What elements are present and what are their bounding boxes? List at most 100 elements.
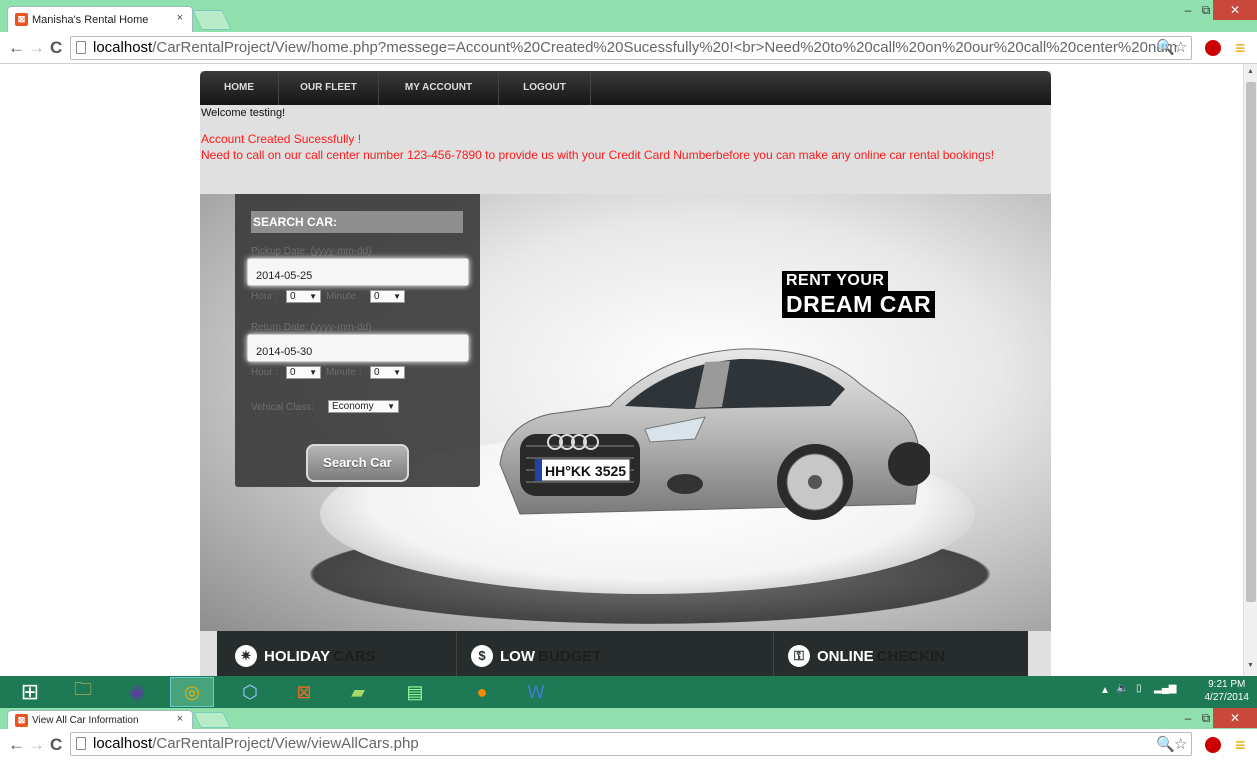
network-icon[interactable]: ▂▄▆ bbox=[1154, 683, 1176, 694]
forward-icon[interactable]: → bbox=[28, 735, 45, 755]
message-line-2: Need to call on our call center number 1… bbox=[201, 148, 995, 162]
rent-dream-car-badge: RENT YOUR DREAM CAR bbox=[782, 271, 936, 318]
minimize-icon[interactable]: ‒ bbox=[1177, 708, 1199, 728]
dollar-icon: $ bbox=[471, 645, 493, 667]
feature-holiday-cars[interactable]: ✷ HOLIDAY CARS bbox=[217, 631, 457, 676]
message-line-1: Account Created Sucessfully ! bbox=[201, 132, 362, 146]
nav-home[interactable]: HOME bbox=[200, 71, 279, 105]
chrome-menu-icon[interactable]: ≡ bbox=[1235, 38, 1246, 59]
zoom-icon[interactable]: 🔍 bbox=[1156, 38, 1175, 56]
license-plate: HH°KK 3525 bbox=[545, 463, 626, 479]
feature-1-dim: CARS bbox=[333, 647, 376, 665]
tab2-title: View All Car Information bbox=[32, 714, 139, 726]
xampp-icon[interactable]: ⊠ bbox=[282, 677, 326, 707]
zoom-icon[interactable]: 🔍 bbox=[1156, 735, 1175, 753]
start-button[interactable]: ⊞ bbox=[8, 677, 52, 707]
word-icon[interactable]: W bbox=[514, 677, 558, 707]
nav-my-account[interactable]: MY ACCOUNT bbox=[379, 71, 499, 105]
clock-date: 4/27/2014 bbox=[1204, 692, 1250, 703]
volume-icon[interactable]: 🔈 bbox=[1116, 683, 1128, 694]
return-minute-label: Minute : bbox=[326, 367, 362, 378]
bookmark-star-icon[interactable]: ☆ bbox=[1174, 38, 1187, 56]
reload-icon[interactable]: C bbox=[50, 735, 62, 755]
vehicle-class-select[interactable]: Economy ▼ bbox=[328, 400, 399, 413]
pickup-minute-value: 0 bbox=[374, 291, 380, 302]
sun-icon: ✷ bbox=[235, 645, 257, 667]
badge-line-2: DREAM CAR bbox=[782, 291, 936, 318]
vertical-scrollbar[interactable]: ▲ ▼ bbox=[1243, 64, 1257, 676]
return-hour-label: Hour : bbox=[251, 367, 279, 378]
pickup-date-input[interactable] bbox=[247, 258, 469, 286]
eclipse-icon[interactable]: ◉ bbox=[115, 677, 159, 707]
account-message: Account Created Sucessfully ! Need to ca… bbox=[201, 131, 1031, 163]
feature-2-bright: LOW bbox=[500, 647, 535, 665]
dropdown-arrow-icon: ▼ bbox=[309, 292, 317, 301]
extension-icon[interactable] bbox=[1205, 40, 1221, 56]
url-host: localhost bbox=[93, 39, 153, 56]
pickup-minute-label: Minute : bbox=[326, 291, 362, 302]
virtualbox-icon[interactable]: ⬡ bbox=[228, 677, 272, 707]
system-clock[interactable]: 9:21 PM 4/27/2014 bbox=[1205, 678, 1250, 704]
return-date-input[interactable] bbox=[247, 334, 469, 362]
tab-title: Manisha's Rental Home bbox=[32, 13, 149, 26]
return-hour-select[interactable]: 0 ▼ bbox=[286, 366, 321, 379]
chrome-icon[interactable]: ◎ bbox=[170, 677, 214, 707]
tab-rental-home[interactable]: ⊠ Manisha's Rental Home × bbox=[7, 6, 193, 32]
minimize-icon[interactable]: ‒ bbox=[1177, 0, 1199, 20]
text-editor-icon[interactable]: ▤ bbox=[393, 677, 437, 707]
badge-line-1: RENT YOUR bbox=[782, 271, 889, 291]
return-minute-select[interactable]: 0 ▼ bbox=[370, 366, 405, 379]
vehicle-class-label: Vehical Class: bbox=[251, 402, 314, 413]
nav-logout[interactable]: LOGOUT bbox=[499, 71, 591, 105]
clock-time: 9:21 PM bbox=[1208, 679, 1246, 690]
address-bar[interactable]: localhost/CarRentalProject/View/home.php… bbox=[70, 36, 1192, 60]
pickup-date-label: Pickup Date: (yyyy-mm-dd) bbox=[251, 246, 372, 257]
firefox-icon[interactable]: ● bbox=[460, 677, 504, 707]
restore-icon[interactable]: ⧉ bbox=[1199, 708, 1213, 728]
feature-online-checkin[interactable]: ⚿ ONLINE CHECKIN bbox=[774, 631, 1028, 676]
search-panel-title: SEARCH CAR: bbox=[251, 211, 463, 233]
back-icon[interactable]: ← bbox=[8, 38, 25, 58]
pickup-minute-select[interactable]: 0 ▼ bbox=[370, 290, 405, 303]
pickup-hour-label: Hour : bbox=[251, 291, 279, 302]
close-window-icon[interactable]: ✕ bbox=[1213, 0, 1257, 20]
reload-icon[interactable]: C bbox=[50, 38, 62, 58]
file-explorer-icon[interactable]: 🗀 bbox=[61, 677, 105, 707]
scroll-up-icon[interactable]: ▲ bbox=[1247, 68, 1254, 75]
site-container: HOME OUR FLEET MY ACCOUNT LOGOUT Welcome… bbox=[200, 71, 1051, 676]
nav-our-fleet[interactable]: OUR FLEET bbox=[279, 71, 379, 105]
dropdown-arrow-icon: ▼ bbox=[393, 292, 401, 301]
dropdown-arrow-icon: ▼ bbox=[393, 368, 401, 377]
browser-tabstrip: ⊠ Manisha's Rental Home × ‒ ⧉ ✕ bbox=[0, 0, 1257, 32]
address-bar[interactable]: localhost/CarRentalProject/View/viewAllC… bbox=[70, 732, 1192, 756]
feature-3-bright: ONLINE bbox=[817, 647, 874, 665]
tray-expand-icon[interactable]: ▲ bbox=[1100, 685, 1110, 696]
battery-icon[interactable]: ▯ bbox=[1136, 683, 1142, 694]
chrome-menu-icon[interactable]: ≡ bbox=[1235, 735, 1246, 756]
feature-low-budget[interactable]: $ LOW BUDGET bbox=[457, 631, 774, 676]
tab-view-all-cars[interactable]: ⊠ View All Car Information × bbox=[7, 710, 193, 729]
page-icon bbox=[76, 41, 86, 54]
scrollbar-thumb[interactable] bbox=[1246, 82, 1256, 602]
close-window-icon[interactable]: ✕ bbox=[1213, 708, 1257, 728]
close-tab-icon[interactable]: × bbox=[177, 12, 183, 24]
url-path: /CarRentalProject/View/viewAllCars.php bbox=[152, 735, 419, 752]
search-car-panel: SEARCH CAR: Pickup Date: (yyyy-mm-dd) Ho… bbox=[235, 194, 480, 487]
vehicle-class-value: Economy bbox=[332, 401, 374, 412]
feature-3-dim: CHECKIN bbox=[876, 647, 946, 665]
pickup-hour-select[interactable]: 0 ▼ bbox=[286, 290, 321, 303]
forward-icon[interactable]: → bbox=[28, 38, 45, 58]
notepad-plus-icon[interactable]: ▰ bbox=[336, 677, 380, 707]
bookmark-star-icon[interactable]: ☆ bbox=[1174, 735, 1187, 753]
scroll-down-icon[interactable]: ▼ bbox=[1247, 662, 1254, 669]
back-icon[interactable]: ← bbox=[8, 735, 25, 755]
browser-toolbar: ← → C localhost/CarRentalProject/View/ho… bbox=[0, 32, 1257, 64]
feature-2-dim: BUDGET bbox=[538, 647, 602, 665]
restore-icon[interactable]: ⧉ bbox=[1199, 0, 1213, 20]
new-tab-button[interactable] bbox=[193, 712, 231, 728]
new-tab-button[interactable] bbox=[192, 10, 232, 30]
close-tab-icon[interactable]: × bbox=[177, 713, 183, 725]
extension-icon[interactable] bbox=[1205, 737, 1221, 753]
pickup-hour-value: 0 bbox=[290, 291, 296, 302]
search-car-button[interactable]: Search Car bbox=[306, 444, 409, 482]
